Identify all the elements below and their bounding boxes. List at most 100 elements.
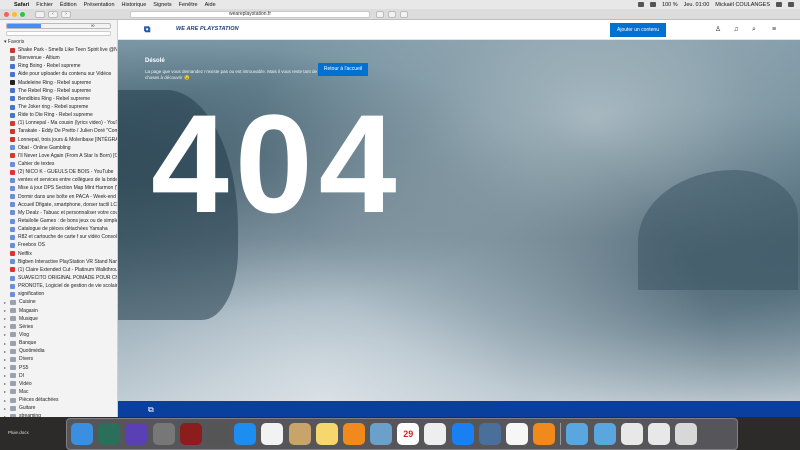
search-icon[interactable] [776,2,782,7]
user-name[interactable]: Mickaël COULANGES [715,2,770,8]
bookmark-folder[interactable]: ▸ Banque [0,339,117,347]
siri-icon[interactable] [125,423,148,445]
bookmark-folder[interactable]: ▸ Vidéo [0,380,117,388]
bookmark-folder[interactable]: ▸ Magasin [0,307,117,315]
notification-center-icon[interactable] [788,2,794,7]
share-icon[interactable] [388,11,396,18]
search-icon[interactable]: ⌕ [750,26,758,34]
disclosure-triangle-icon[interactable]: ▸ [4,324,8,329]
bookmark-item[interactable]: Netflix [0,250,117,258]
disclosure-triangle-icon[interactable]: ▸ [4,332,8,337]
disclosure-triangle-icon[interactable]: ▸ [4,365,8,370]
menu-item-edition[interactable]: Édition [60,2,77,8]
new-tab-icon[interactable] [400,11,408,18]
bookmark-item[interactable]: (1) Claire Extended Cut - Platinum Walkt… [0,266,117,274]
bookmark-item[interactable]: Accueil Dfigate, smartphone, dorser tact… [0,201,117,209]
screenshot-icon[interactable] [478,423,501,445]
bookmark-item[interactable]: Obat - Online Gambling [0,144,117,152]
menu-item-presentation[interactable]: Présentation [84,2,115,8]
disclosure-triangle-icon[interactable]: ▸ [4,389,8,394]
bookmark-item[interactable]: Tarakate - Eddy De Pretto / Julien Doré … [0,127,117,135]
disclosure-triangle-icon[interactable]: ▸ [4,308,8,313]
menu-item-fenetre[interactable]: Fenêtre [179,2,198,8]
bookmark-item[interactable]: Retailolie Games : de bons jeux ou de si… [0,217,117,225]
system-preferences-icon[interactable] [152,423,175,445]
contacts-icon[interactable] [288,423,311,445]
photos-icon[interactable] [261,423,284,445]
bookmark-item[interactable]: Ring Bsing - Rebel supreme [0,62,117,70]
disclosure-triangle-icon[interactable]: ▸ [4,316,8,321]
chrome-icon[interactable] [424,423,447,445]
minimize-window-button[interactable] [12,11,17,17]
bookmark-folder[interactable]: ▸ Quotimédia [0,347,117,355]
clock[interactable]: Jeu. 01:00 [684,2,710,8]
app-store-icon[interactable] [234,423,257,445]
desktop-file-label[interactable]: Pluie.docx [8,430,29,435]
bookmark-item[interactable]: Lonnepal, trois jours & Moleribase [INTÉ… [0,136,117,144]
reload-icon[interactable] [376,11,384,18]
back-nav-button[interactable]: ‹ [48,10,58,18]
bookmark-item[interactable]: The Rebel Ring - Rebel supreme [0,87,117,95]
bookmark-folder[interactable]: ▸ Cuisine [0,298,117,306]
bookmark-item[interactable]: (1) Lonnepal - Ma cousin (lyrics video) … [0,119,117,127]
bookmark-item[interactable]: (2) NICO K - GUEULS DE BOIS - YouTube [0,168,117,176]
bookmark-item[interactable]: Bigben Interactive PlayStation VR Stand … [0,258,117,266]
bookmark-item[interactable]: Ride to Die Ring - Rebel supreme [0,111,117,119]
bookmark-item[interactable]: The Joker ring - Rebel supreme [0,103,117,111]
bookmark-item[interactable]: ventes et services entre collègues de la… [0,176,117,184]
wifi-icon[interactable] [637,2,644,7]
add-content-button[interactable]: Ajouter un contenu [610,23,666,37]
menu-app-name[interactable]: Safari [14,2,29,8]
document-icon[interactable] [620,423,643,445]
bookmark-item[interactable]: Freebox OS [0,241,117,249]
disclosure-triangle-icon[interactable]: ▸ [4,381,8,386]
document2-icon[interactable] [647,423,670,445]
notes-icon[interactable] [315,423,338,445]
bookmark-item[interactable]: R82 et cartouche de carte f sur vidéo Co… [0,233,117,241]
bookmark-item[interactable]: Bendibios Ring - Rebel supreme [0,95,117,103]
bookmark-folder[interactable]: ▸ DI [0,372,117,380]
bookmark-item[interactable]: Aide pour uploader du contenu sur Vidéos [0,70,117,78]
bookmark-folder[interactable]: ▸ Mac [0,388,117,396]
zoom-window-button[interactable] [20,11,25,17]
photo-booth-icon[interactable] [179,423,202,445]
bookmark-item[interactable]: PRONOTE, Logiciel de gestion de vie scol… [0,282,117,290]
disclosure-triangle-icon[interactable]: ▸ [4,373,8,378]
bookmark-item[interactable]: Cahier de textes [0,160,117,168]
bookmark-item[interactable]: My Dealz - Tabuac et personnaliser votre… [0,209,117,217]
sidebar-toggle-button[interactable] [35,10,45,18]
bookmark-folder[interactable]: ▸ Guitare [0,404,117,412]
close-window-button[interactable] [4,11,9,17]
disclosure-triangle-icon[interactable]: ▸ [4,349,8,354]
playstation-logo-icon[interactable]: ⧉ [144,25,154,34]
sidebar-search-input[interactable] [6,31,111,36]
menu-icon[interactable]: ≡ [770,26,778,34]
bookmark-folder[interactable]: ▸ Divers [0,355,117,363]
itunes-icon[interactable] [506,423,528,445]
favorites-header[interactable]: ▾ Favoris [0,39,117,46]
folder-icon[interactable] [593,423,616,445]
bookmark-item[interactable]: Shake Park - Smells Like Teen Spirit liv… [0,46,117,54]
site-brand-logo[interactable]: WE ARE PLAYSTATION [176,26,239,32]
bookmark-folder[interactable]: ▸ Vlog [0,331,117,339]
vlc-icon[interactable] [533,423,556,445]
bookmark-item[interactable]: Catalogue de pièces détachées Yamaha [0,225,117,233]
dashboard-icon[interactable] [98,423,121,445]
disclosure-triangle-icon[interactable]: ▸ [4,398,8,403]
bell-icon[interactable]: ♫ [732,26,740,34]
address-bar[interactable]: weareplaystation.fr [130,11,370,18]
battery-icon[interactable] [649,2,656,7]
downloads-folder-icon[interactable] [566,423,589,445]
bookmark-folder[interactable]: ▸ Pièces détachées [0,396,117,404]
menu-item-fichier[interactable]: Fichier [36,2,53,8]
footer-playstation-icon[interactable]: ⧉ [148,405,154,415]
disclosure-triangle-icon[interactable]: ▸ [4,406,8,411]
bookmark-item[interactable]: signification [0,290,117,298]
bookmark-item[interactable]: Bienvenue - Altium [0,54,117,62]
launchpad-icon[interactable] [206,423,229,445]
bookmark-item[interactable]: Dormir dans une boîte en PACA - Week-end… [0,193,117,201]
trash-icon[interactable] [675,423,698,445]
bookmark-item[interactable]: SUAVECITO ORIGINAL POMADE POUR CHEVEUX..… [0,274,117,282]
finder-icon[interactable] [71,423,93,445]
bookmark-item[interactable]: Mise à jour DPS Section Map Mint Harmon … [0,184,117,192]
